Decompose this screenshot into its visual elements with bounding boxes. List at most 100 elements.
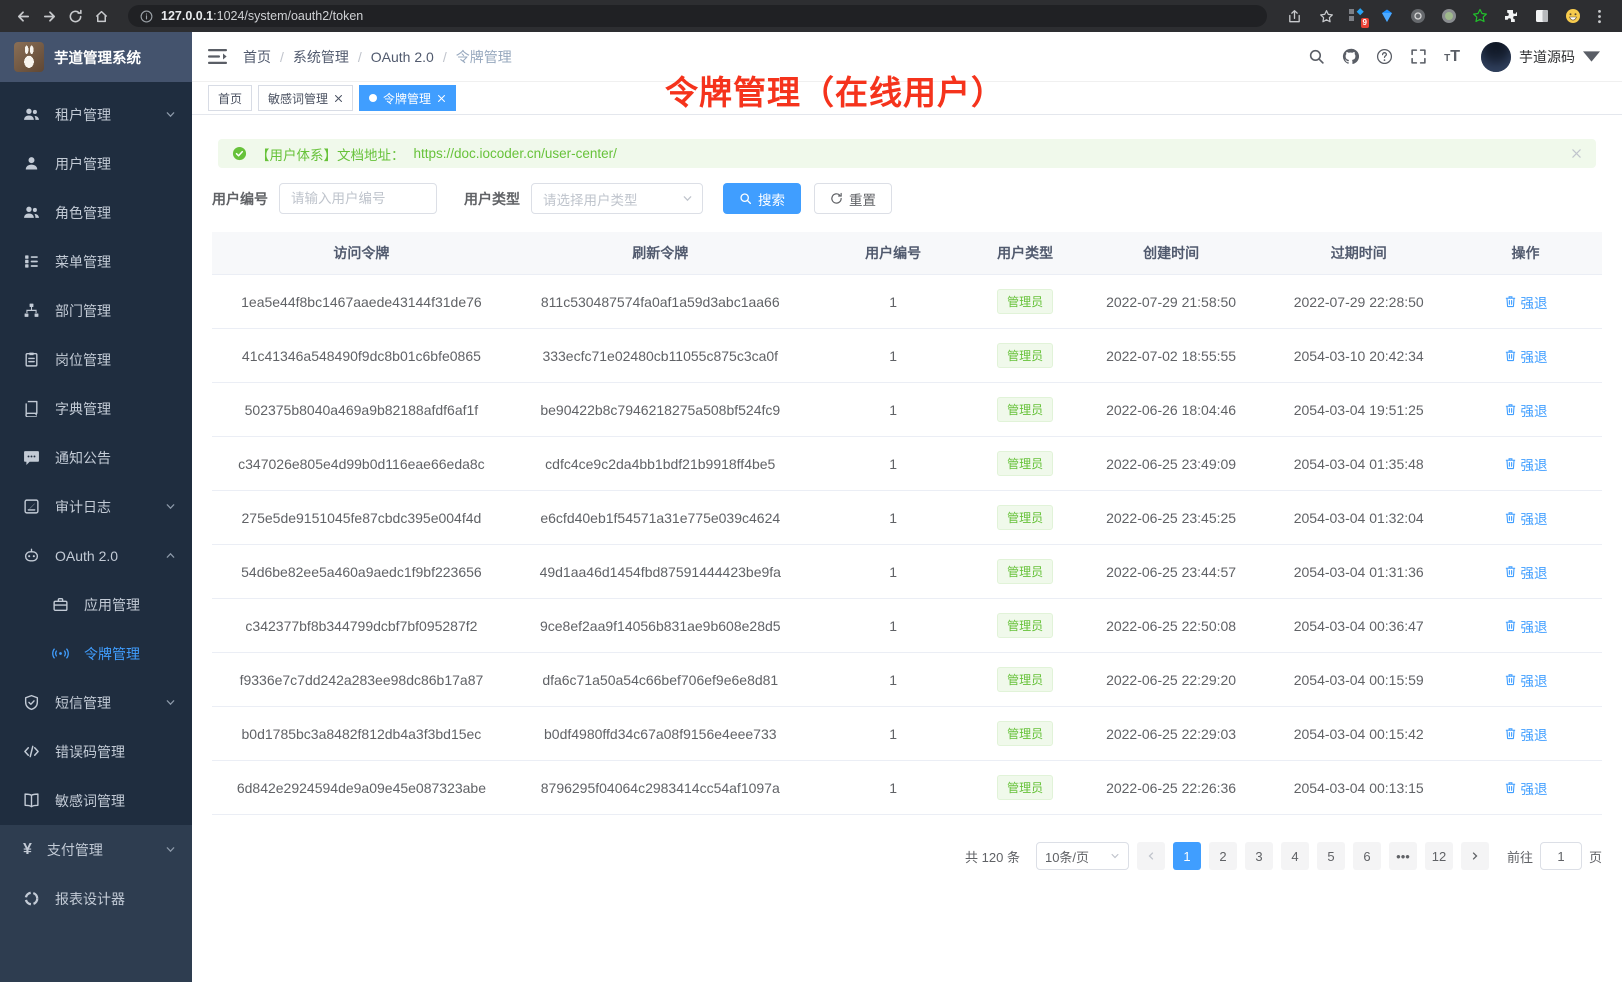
user-id-cell: 1 <box>810 275 977 329</box>
sidebar-item-报表设计器[interactable]: 报表设计器 <box>0 874 192 923</box>
forward-button[interactable] <box>36 3 62 29</box>
users-icon <box>23 204 40 221</box>
header-help-button[interactable] <box>1376 48 1393 65</box>
force-logout-button[interactable]: 强退 <box>1504 724 1548 744</box>
page-ellipsis[interactable]: ••• <box>1389 842 1417 870</box>
sidebar-item-敏感词管理[interactable]: 敏感词管理 <box>0 776 192 825</box>
force-logout-button[interactable]: 强退 <box>1504 400 1548 420</box>
breadcrumb-item[interactable]: OAuth 2.0 <box>371 49 434 65</box>
sidebar-item-字典管理[interactable]: 字典管理 <box>0 384 192 433</box>
share-icon <box>1287 9 1302 24</box>
table-row: f9336e7c7dd242a283ee98dc86b17a87dfa6c71a… <box>212 653 1602 707</box>
next-page-button[interactable] <box>1461 842 1489 870</box>
force-logout-button[interactable]: 强退 <box>1504 670 1548 690</box>
sidebar-item-支付管理[interactable]: ¥ 支付管理 <box>0 825 192 874</box>
expire-time-cell: 2054-03-04 01:31:36 <box>1268 545 1449 599</box>
panel-icon[interactable] <box>1533 7 1551 25</box>
reset-button[interactable]: 重置 <box>814 183 892 214</box>
goto-page-input[interactable] <box>1540 842 1582 870</box>
users-icon <box>23 106 40 123</box>
page-button[interactable]: 4 <box>1281 842 1309 870</box>
force-logout-label: 强退 <box>1521 724 1548 744</box>
sidebar-item-应用管理[interactable]: 应用管理 <box>0 580 192 629</box>
force-logout-button[interactable]: 强退 <box>1504 346 1548 366</box>
sidebar-item-用户管理[interactable]: 用户管理 <box>0 139 192 188</box>
sidebar: 芋道管理系统 租户管理用户管理角色管理菜单管理部门管理岗位管理字典管理通知公告审… <box>0 32 192 982</box>
star-button[interactable] <box>1313 3 1339 29</box>
browser-menu-icon[interactable] <box>1586 3 1612 29</box>
header-search-button[interactable] <box>1308 48 1325 65</box>
page-button[interactable]: 12 <box>1425 842 1453 870</box>
sidebar-item-OAuth 2.0[interactable]: OAuth 2.0 <box>0 531 192 580</box>
page-button[interactable]: 5 <box>1317 842 1345 870</box>
reload-button[interactable] <box>62 3 88 29</box>
force-logout-button[interactable]: 强退 <box>1504 454 1548 474</box>
action-cell: 强退 <box>1449 599 1602 653</box>
alert-close-icon[interactable] <box>1571 148 1582 159</box>
sidebar-item-部门管理[interactable]: 部门管理 <box>0 286 192 335</box>
user-type-label: 用户类型 <box>464 189 520 209</box>
sidebar-collapse-icon[interactable] <box>208 48 227 65</box>
sidebar-item-角色管理[interactable]: 角色管理 <box>0 188 192 237</box>
page-button[interactable]: 3 <box>1245 842 1273 870</box>
header-github-button[interactable] <box>1342 48 1359 65</box>
user-type-badge: 管理员 <box>997 343 1053 368</box>
force-logout-button[interactable]: 强退 <box>1504 778 1548 798</box>
sidebar-item-通知公告[interactable]: 通知公告 <box>0 433 192 482</box>
page-button[interactable]: 1 <box>1173 842 1201 870</box>
emoji-icon[interactable] <box>1564 7 1582 25</box>
page-button[interactable]: 2 <box>1209 842 1237 870</box>
info-icon[interactable] <box>140 10 153 23</box>
user-menu[interactable]: 芋道源码 <box>1481 42 1600 72</box>
user-type-select[interactable]: 请选择用户类型 <box>531 183 703 214</box>
breadcrumb-item[interactable]: 首页 <box>243 47 271 67</box>
record-circle-icon[interactable] <box>1440 7 1458 25</box>
prev-page-button[interactable] <box>1137 842 1165 870</box>
page-size-select[interactable]: 10条/页 <box>1036 842 1129 870</box>
yen-icon: ¥ <box>23 842 32 858</box>
breadcrumb-item[interactable]: 系统管理 <box>293 47 349 67</box>
ring-circle-icon[interactable] <box>1409 7 1427 25</box>
home-button[interactable] <box>88 3 114 29</box>
app-logo[interactable]: 芋道管理系统 <box>0 32 192 82</box>
page-button[interactable]: 6 <box>1353 842 1381 870</box>
force-logout-button[interactable]: 强退 <box>1504 616 1548 636</box>
alert-doc-link[interactable]: https://doc.iocoder.cn/user-center/ <box>414 146 617 161</box>
user-type-badge: 管理员 <box>997 721 1053 746</box>
sidebar-item-错误码管理[interactable]: 错误码管理 <box>0 727 192 776</box>
tab-首页[interactable]: 首页 <box>208 85 252 111</box>
action-cell: 强退 <box>1449 329 1602 383</box>
extensions-grid-icon[interactable]: 9 <box>1347 7 1365 25</box>
user-type-cell: 管理员 <box>976 275 1073 329</box>
expire-time-cell: 2054-03-10 20:42:34 <box>1268 329 1449 383</box>
url-bar[interactable]: 127.0.0.1:1024/system/oauth2/token <box>128 5 1267 27</box>
sidebar-item-令牌管理[interactable]: 令牌管理 <box>0 629 192 678</box>
search-button[interactable]: 搜索 <box>723 183 801 214</box>
header-fullscreen-button[interactable] <box>1410 48 1427 65</box>
back-button[interactable] <box>10 3 36 29</box>
puzzle-icon[interactable] <box>1502 7 1520 25</box>
sidebar-item-岗位管理[interactable]: 岗位管理 <box>0 335 192 384</box>
sidebar-item-租户管理[interactable]: 租户管理 <box>0 90 192 139</box>
column-header: 过期时间 <box>1268 232 1449 275</box>
green-star-icon[interactable] <box>1471 7 1489 25</box>
action-cell: 强退 <box>1449 707 1602 761</box>
trash-icon <box>1504 727 1517 740</box>
user-id-input[interactable] <box>279 183 437 214</box>
close-icon[interactable] <box>334 94 343 103</box>
tab-敏感词管理[interactable]: 敏感词管理 <box>258 85 353 111</box>
sidebar-item-短信管理[interactable]: 短信管理 <box>0 678 192 727</box>
force-logout-button[interactable]: 强退 <box>1504 508 1548 528</box>
force-logout-button[interactable]: 强退 <box>1504 562 1548 582</box>
header-font-size-button[interactable]: TT <box>1444 48 1460 66</box>
share-button[interactable] <box>1281 3 1307 29</box>
close-icon[interactable] <box>437 94 446 103</box>
tab-令牌管理[interactable]: 令牌管理 <box>359 85 456 111</box>
force-logout-label: 强退 <box>1521 292 1548 312</box>
sidebar-item-菜单管理[interactable]: 菜单管理 <box>0 237 192 286</box>
gem-icon[interactable] <box>1378 7 1396 25</box>
force-logout-button[interactable]: 强退 <box>1504 292 1548 312</box>
sidebar-item-label: 支付管理 <box>47 840 103 860</box>
sidebar-item-审计日志[interactable]: 审计日志 <box>0 482 192 531</box>
force-logout-label: 强退 <box>1521 778 1548 798</box>
